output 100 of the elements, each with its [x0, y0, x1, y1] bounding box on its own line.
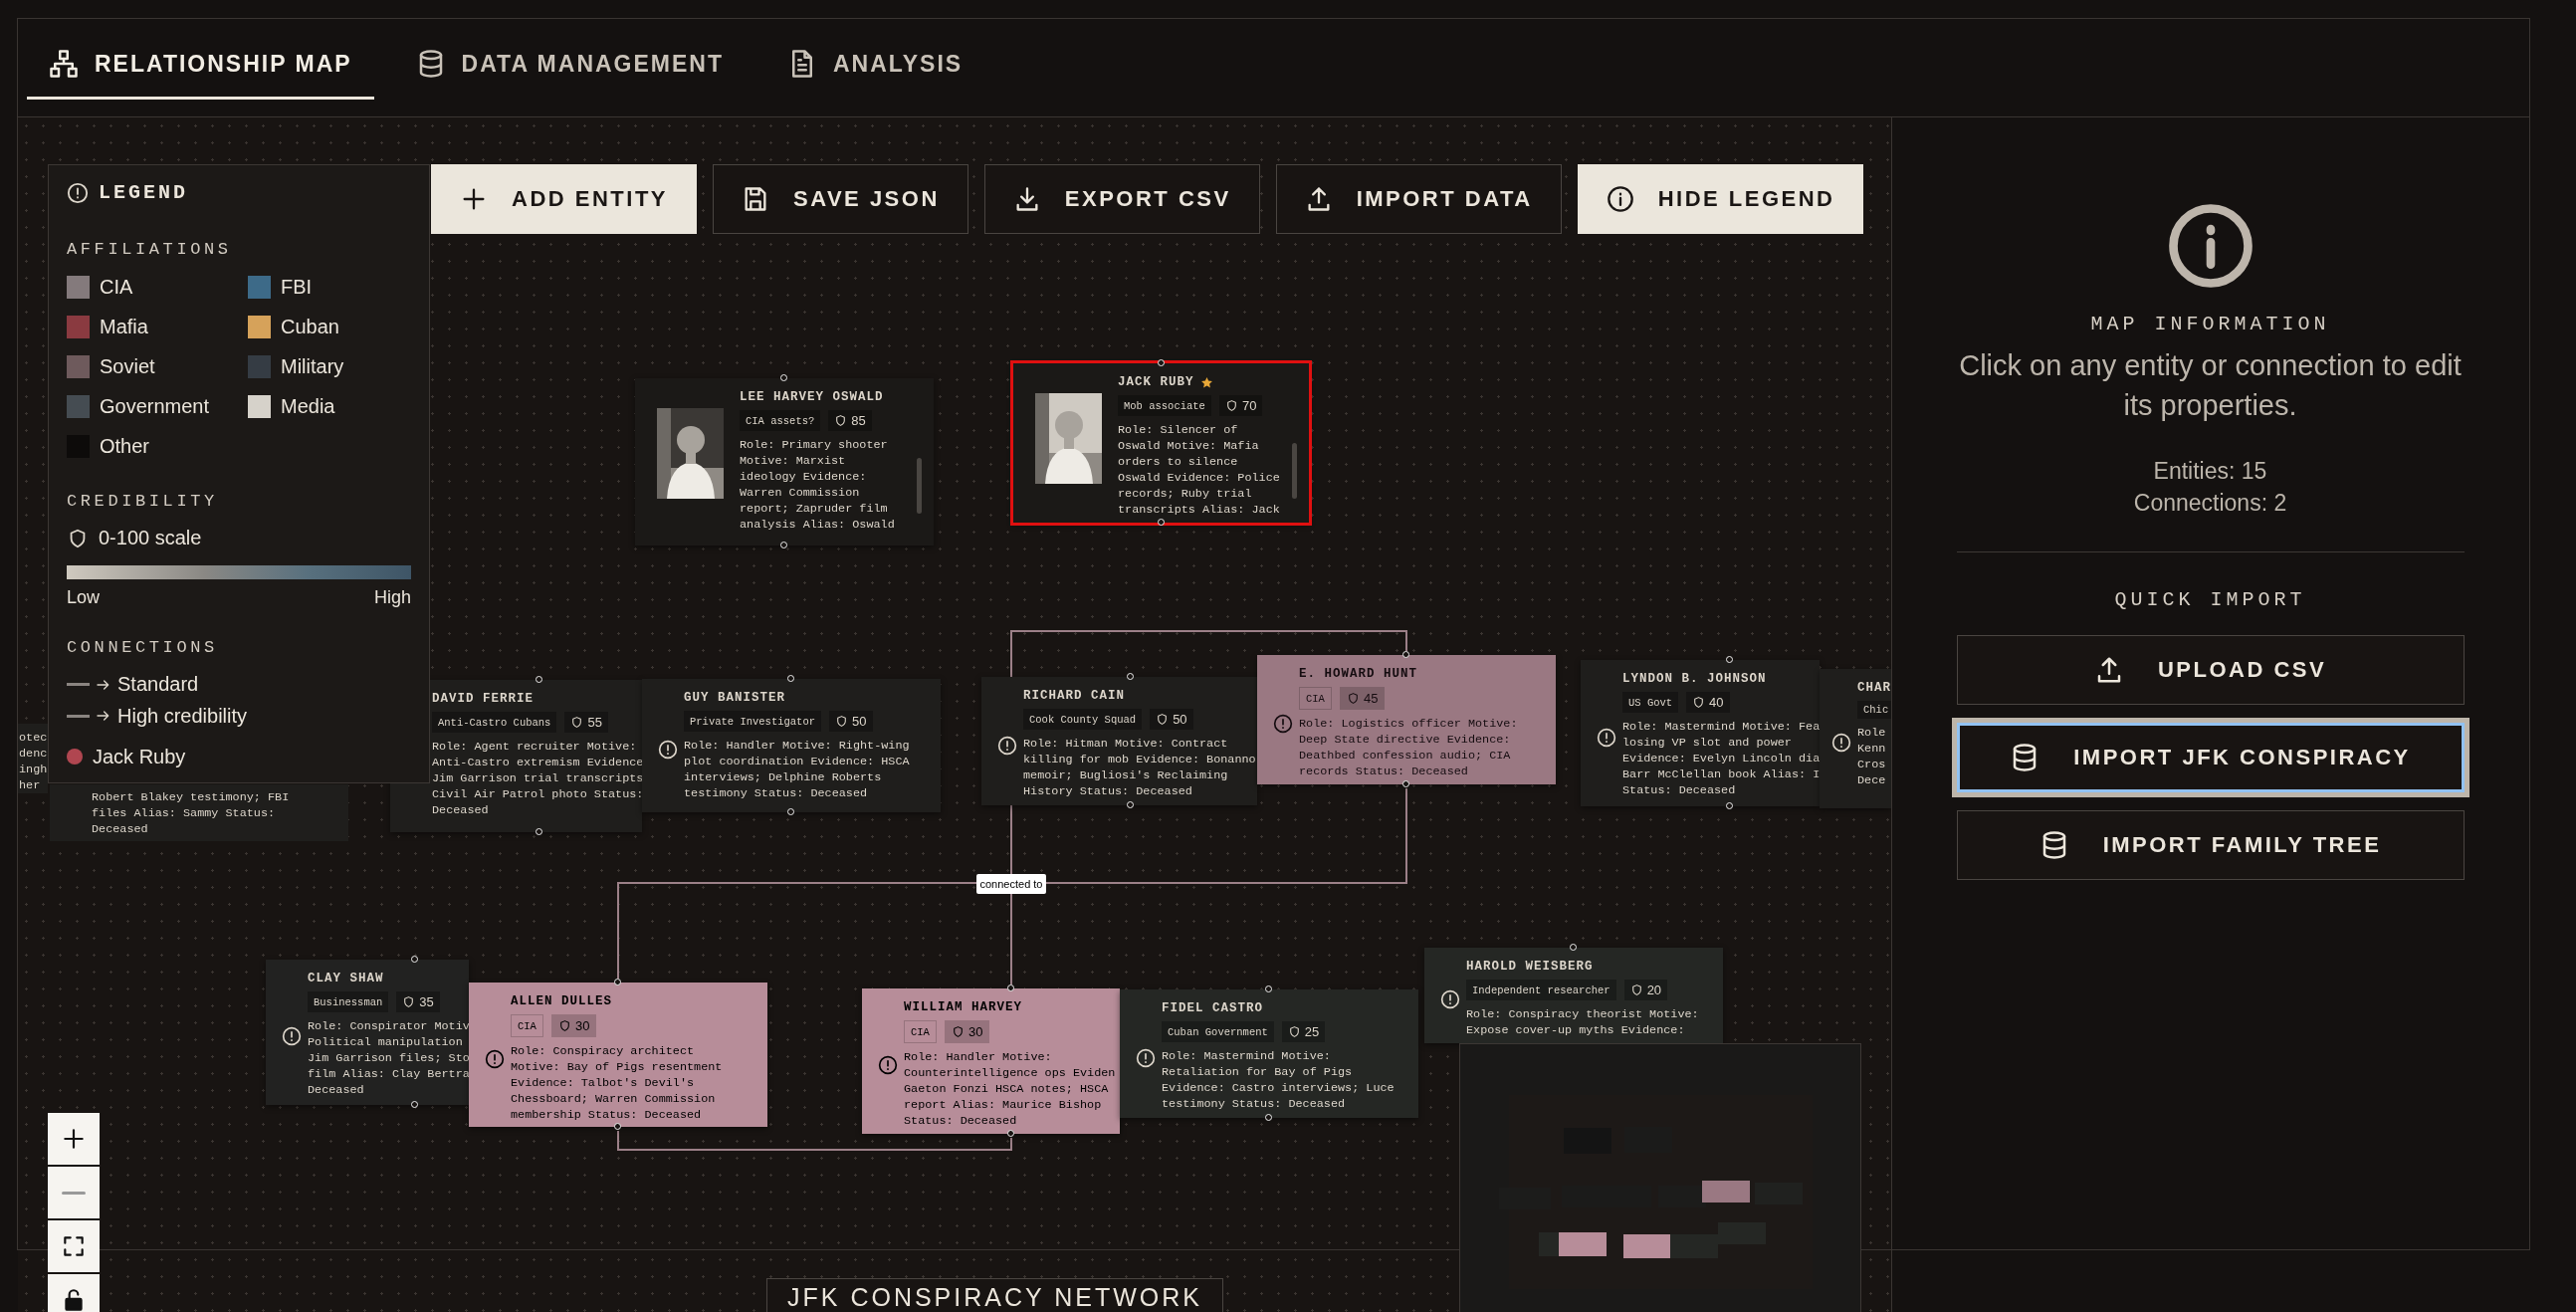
legend-label: Soviet	[100, 354, 155, 378]
entity-description: Role: Logistics officer Motive: Deep State directive Evidence: Deathbed confession audio; CIA records Status: Deceased	[1299, 716, 1518, 779]
entity-card[interactable]: Robert Blakey testimony; FBI files Alias: Sammy Status: Deceased	[50, 784, 348, 841]
arrow-icon	[96, 708, 111, 724]
tab[interactable]: RELATIONSHIP MAP	[27, 19, 374, 100]
connection-handle[interactable]	[536, 676, 542, 683]
entity-card[interactable]: RICHARD CAIN Cook County Squad 50 Role: Hitman Motive: Contract killing for mob Evidence: Bonanno memoir; Bugliosi's Reclaiming History Status: Deceased	[981, 677, 1257, 805]
connection-handle[interactable]	[411, 1101, 418, 1108]
save-button[interactable]: SAVE JSON	[713, 164, 968, 234]
connection-handle[interactable]	[1007, 1130, 1014, 1137]
entity-card[interactable]: LYNDON B. JOHNSON US Govt 40 Role: Mastermind Motive: Fea losing VP slot and power Evidence: Evelyn Lincoln dia Barr McClellan book Alias: I Status: Deceased	[1581, 660, 1820, 806]
entity-card[interactable]: otec denc ingh her	[18, 724, 48, 793]
export-button[interactable]: EXPORT CSV	[983, 164, 1260, 234]
import-button[interactable]: IMPORT DATA	[1275, 164, 1562, 234]
connection-handle[interactable]	[1265, 985, 1272, 992]
legend-label: Government	[100, 394, 210, 418]
affiliation-tag: US Govt	[1622, 692, 1679, 713]
credibility-score: 30	[967, 1024, 983, 1039]
shield-icon	[1346, 692, 1360, 705]
entity-description: Role: Primary shooter Motive: Marxist ideology Evidence: Warren Commission report; Zapruder film analysis Alias: Oswald	[740, 437, 895, 533]
section-heading: AFFILIATIONS	[67, 240, 233, 260]
entity-card[interactable]: CLAY SHAW Businessman 35 Role: Conspirator Motiv Political manipulation Jim Garrison files; Sto film Alias: Clay Bertra Deceased	[266, 960, 469, 1105]
entity-name: ALLEN DULLES	[511, 994, 612, 1008]
entity-card[interactable]: ALLEN DULLES CIA 30 Role: Conspiracy architect Motive: Bay of Pigs resentment Evidence: Talbot's Devil's Chessboard; Warren Commission membership Status: Deceased	[469, 983, 767, 1127]
scrollbar[interactable]	[917, 458, 922, 514]
entity-description: Role: Conspiracy theorist Motive: Expose cover-up myths Evidence:	[1466, 1006, 1699, 1038]
alert-icon	[1831, 733, 1851, 753]
affiliation-tag: Cook County Squad	[1023, 709, 1143, 730]
scrollbar[interactable]	[1292, 443, 1297, 499]
alert-icon	[658, 740, 678, 760]
entity-description: Robert Blakey testimony; FBI files Alias: Sammy Status: Deceased	[92, 789, 290, 837]
connector-line[interactable]	[617, 1130, 1012, 1151]
alert-icon	[485, 1048, 505, 1069]
credibility-score: 40	[1709, 695, 1724, 710]
entity-description: Role Kenn Cros Dece	[1857, 725, 1887, 788]
credibility-score: 55	[587, 715, 602, 730]
connection-handle[interactable]	[1402, 651, 1409, 658]
alert-icon	[282, 1026, 302, 1046]
connection-handle[interactable]	[411, 956, 418, 963]
entity-card[interactable]: WILLIAM HARVEY CIA 30 Role: Handler Motive: Counterintelligence ops Eviden Gaeton Fonzi HSCA notes; HSCA report Alias: Maurice Bishop Status: Deceased	[862, 988, 1120, 1134]
info-icon	[1606, 185, 1634, 213]
connection-handle[interactable]	[780, 374, 787, 381]
entity-name: FIDEL CASTRO	[1162, 1001, 1263, 1015]
legend-label: Standard	[117, 673, 199, 697]
entity-card[interactable]: HAROLD WEISBERG Independent researcher 20 Role: Conspiracy theorist Motive: Expose cover-up myths Evidence:	[1424, 948, 1723, 1043]
shield-icon	[570, 716, 584, 729]
connection-handle[interactable]	[614, 979, 621, 985]
lock-button[interactable]	[48, 1274, 100, 1312]
legend-label: Mafia	[100, 315, 148, 338]
connection-handle[interactable]	[1402, 780, 1409, 787]
fit-view-button[interactable]	[48, 1220, 100, 1272]
connection-handle[interactable]	[1726, 802, 1733, 809]
entity-card[interactable]: FIDEL CASTRO Cuban Government 25 Role: Mastermind Motive: Retaliation for Bay of Pigs Evidence: Castro interviews; Luce testimony Status: Deceased	[1120, 989, 1418, 1118]
connection-handle[interactable]	[1726, 656, 1733, 663]
entity-name: E. HOWARD HUNT	[1299, 667, 1418, 681]
entity-card[interactable]: E. HOWARD HUNT CIA 45 Role: Logistics officer Motive: Deep State directive Evidence: Deathbed confession audio; CIA records Status: Deceased	[1257, 655, 1556, 784]
credibility-score: 50	[1173, 712, 1187, 727]
connection-handle[interactable]	[787, 808, 794, 815]
shield-icon	[835, 715, 849, 728]
connection-handle[interactable]	[1127, 801, 1134, 808]
alert-icon	[1440, 989, 1460, 1009]
connection-label[interactable]: connected to	[976, 874, 1046, 894]
entity-card[interactable]: GUY BANISTER Private Investigator 50 Role: Handler Motive: Right-wing plot coordination Evidence: HSCA interviews; Delphine Roberts testimony Status: Deceased	[642, 679, 941, 812]
minus-icon	[61, 1191, 87, 1195]
credibility-score: 45	[1363, 691, 1379, 706]
legend-label: CIA	[100, 275, 133, 299]
affiliation-tag: Businessman	[308, 991, 389, 1012]
entity-description: Role: Mastermind Motive: Retaliation for Bay of Pigs Evidence: Castro interviews; Luce testimony Status: Deceased	[1162, 1048, 1395, 1112]
connection-handle[interactable]	[787, 675, 794, 682]
entity-description: Role: Handler Motive: Counterintelligence ops Eviden Gaeton Fonzi HSCA notes; HSCA report Alias: Maurice Bishop Status: Deceased	[904, 1049, 1116, 1129]
legend-toggle-button[interactable]: HIDE LEGEND	[1577, 164, 1864, 234]
connection-handle[interactable]	[1265, 1114, 1272, 1121]
connection-handle[interactable]	[1157, 359, 1165, 366]
entity-name: CLAY SHAW	[308, 972, 384, 985]
connection-handle[interactable]	[614, 1123, 621, 1130]
shield-icon	[1629, 984, 1643, 996]
connection-handle[interactable]	[1007, 984, 1014, 991]
hierarchy-icon	[49, 49, 79, 79]
add-button[interactable]: ADD ENTITY	[431, 164, 697, 234]
connection-handle[interactable]	[536, 828, 542, 835]
entity-card[interactable]: CHAR Chic Role Kenn Cros Dece	[1820, 669, 1891, 808]
connection-handle[interactable]	[780, 542, 787, 548]
import-button[interactable]: IMPORT FAMILY TREE	[1956, 810, 2465, 880]
affiliation-tag: Private Investigator	[684, 711, 822, 732]
entity-card[interactable]: LEE HARVEY OSWALD CIA assets? 85 Role: Primary shooter Motive: Marxist ideology Evidence: Warren Commission report; Zapruder film analysis Alias: Oswald	[635, 378, 934, 546]
upload-button[interactable]: UPLOAD CSV	[1956, 635, 2465, 705]
zoom-in-button[interactable]	[48, 1113, 100, 1165]
connector-line[interactable]	[617, 882, 977, 980]
panel-title: MAP INFORMATION	[2090, 313, 2330, 335]
connection-handle[interactable]	[1570, 944, 1577, 951]
credibility-score: 20	[1646, 983, 1662, 997]
entity-card[interactable]: JACK RUBY Mob associate 70 Role: Silencer of Oswald Motive: Mafia orders to silence Oswald Evidence: Police records; Ruby trial transcripts Alias: Jack	[1013, 363, 1309, 523]
minimap[interactable]	[1459, 1043, 1861, 1312]
affiliation-tag: CIA	[904, 1020, 937, 1043]
entity-description: Role: Hitman Motive: Contract killing for mob Evidence: Bonanno memoir; Bugliosi's Reclaiming History Status: Deceased	[1023, 736, 1253, 799]
affiliation-tag: Cuban Government	[1162, 1021, 1274, 1042]
tab[interactable]: ANALYSIS	[765, 19, 985, 100]
tab[interactable]: DATA MANAGEMENT	[393, 19, 746, 100]
connection-handle[interactable]	[1127, 673, 1134, 680]
connection-handle[interactable]	[1157, 519, 1165, 526]
